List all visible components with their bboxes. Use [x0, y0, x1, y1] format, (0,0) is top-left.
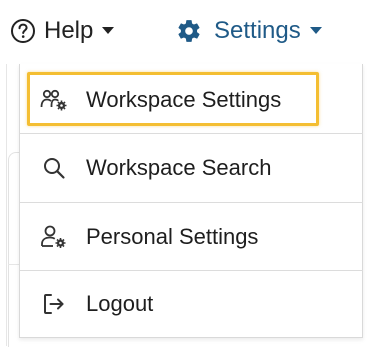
caret-down-icon: [101, 26, 115, 36]
page-divider: [6, 64, 7, 346]
menu-item-label: Logout: [86, 291, 154, 316]
menu-item-personal-settings[interactable]: Personal Settings: [20, 203, 363, 271]
settings-label: Settings: [214, 17, 301, 44]
caret-down-icon: [309, 26, 323, 36]
question-circle-icon: [10, 18, 36, 44]
settings-menu-button[interactable]: Settings: [176, 16, 323, 46]
highlight-outline: [27, 72, 319, 126]
menu-item-label: Workspace Search: [86, 155, 272, 180]
logout-icon: [40, 290, 68, 318]
gear-icon: [176, 18, 202, 44]
search-icon: [40, 154, 68, 182]
help-menu-button[interactable]: Help: [10, 16, 115, 46]
user-gear-icon: [40, 223, 68, 251]
menu-item-label: Personal Settings: [86, 224, 259, 249]
menu-item-workspace-search[interactable]: Workspace Search: [20, 134, 363, 202]
menu-item-logout[interactable]: Logout: [20, 270, 363, 338]
top-bar: Help Settings: [0, 0, 370, 64]
help-label: Help: [44, 17, 94, 44]
